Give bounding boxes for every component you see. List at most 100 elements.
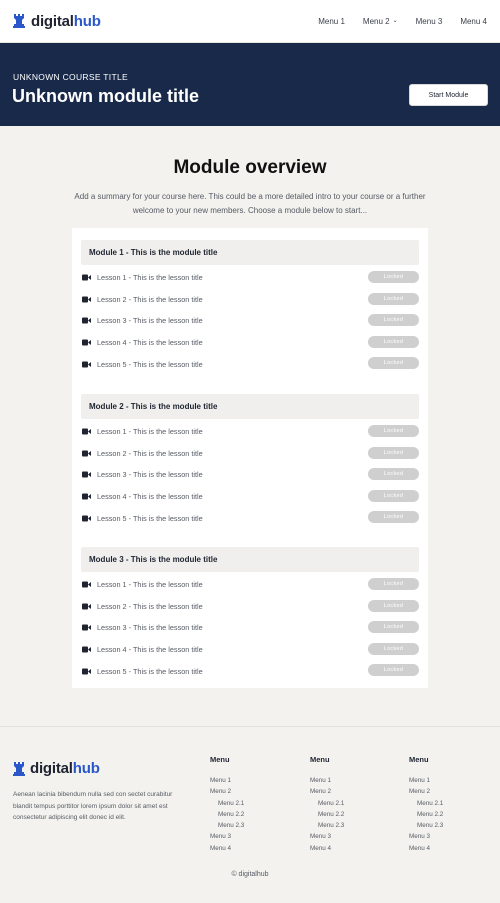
lesson-row[interactable]: Lesson 1 - This is the lesson title Locke… [81,574,419,596]
overview-title: Module overview [173,157,327,178]
footer-menu-link[interactable]: Menu 2.2 [409,809,494,820]
lesson-row[interactable]: Lesson 4 - This is the lesson title Locke… [81,486,419,508]
lesson-title: Lesson 5 - This is the lesson title [97,513,203,523]
lesson-row[interactable]: Lesson 3 - This is the lesson title Locke… [81,310,419,332]
footer-menu-link[interactable]: Menu 2.1 [310,798,395,809]
video-camera-icon [82,450,91,457]
module-heading[interactable]: Module 1 - This is the module title [81,240,419,265]
footer-menu-link[interactable]: Menu 4 [210,843,295,854]
nav-menu-4[interactable]: Menu 4 [460,17,487,26]
locked-badge: Locked [368,599,419,612]
footer-menu-link[interactable]: Menu 3 [310,831,395,842]
locked-badge: Locked [368,578,419,590]
copyright-text: © digitalhub [231,871,269,878]
video-camera-icon [82,296,91,303]
lesson-title: Lesson 3 - This is the lesson title [97,316,203,326]
lesson-row[interactable]: Lesson 3 - This is the lesson title Locke… [81,617,419,639]
footer-menu-link[interactable]: Menu 1 [210,775,295,786]
video-camera-icon [82,471,91,478]
brand-logo[interactable]: digitalhub [13,13,101,30]
footer-menu-column: Menu Menu 1 Menu 2 Menu 2.1 Menu 2.2 Menu 2.3… [210,755,295,854]
main-nav: Menu 1 Menu 2 ⌄ Menu 3 Menu 4 [318,17,487,26]
lesson-title: Lesson 2 - This is the lesson title [97,294,203,304]
footer-menu-link[interactable]: Menu 2.2 [310,809,395,820]
locked-badge: Locked [368,642,419,655]
nav-menu-2-label: Menu 2 [362,16,390,26]
lesson-title: Lesson 5 - This is the lesson title [97,359,203,369]
module-heading[interactable]: Module 2 - This is the module title [81,394,419,419]
footer-menu-link[interactable]: Menu 2.1 [409,798,494,809]
nav-menu-2[interactable]: Menu 2 ⌄ [363,17,398,26]
module-heading[interactable]: Module 3 - This is the module title [81,547,419,572]
lesson-row[interactable]: Lesson 4 - This is the lesson title Locke… [81,332,419,354]
lesson-title: Lesson 3 - This is the lesson title [97,470,203,480]
chess-rook-icon [13,761,25,776]
lesson-row[interactable]: Lesson 5 - This is the lesson title Locke… [81,660,419,682]
start-module-button[interactable]: Start Module [409,84,488,106]
footer-menu-link[interactable]: Menu 3 [409,831,494,842]
footer-brand-logo[interactable]: digitalhub [13,760,100,777]
overview-description: Add a summary for your course here. This… [74,192,426,215]
lesson-row[interactable]: Lesson 1 - This is the lesson title Locke… [81,421,419,443]
footer-menu-column: Menu Menu 1 Menu 2 Menu 2.1 Menu 2.2 Menu 2.3… [310,755,395,854]
footer-menu-link[interactable]: Menu 4 [409,843,494,854]
locked-badge: Locked [368,335,419,348]
video-camera-icon [82,668,91,675]
chevron-down-icon: ⌄ [392,18,398,24]
footer-menu-link[interactable]: Menu 4 [310,843,395,854]
footer-description: Aenean lacinia bibendum nulla sed con se… [13,791,173,821]
video-camera-icon [82,428,91,435]
lesson-title: Lesson 1 - This is the lesson title [97,580,203,590]
lesson-title: Lesson 4 - This is the lesson title [97,338,203,348]
lesson-row[interactable]: Lesson 2 - This is the lesson title Locke… [81,443,419,465]
module-section: Module 1 - This is the module title Lesso… [81,240,419,375]
lesson-row[interactable]: Lesson 5 - This is the lesson title Locke… [81,507,419,529]
lesson-row[interactable]: Lesson 1 - This is the lesson title Locke… [81,267,419,289]
video-camera-icon [82,493,91,500]
footer-menu-link[interactable]: Menu 2.3 [310,820,395,831]
locked-badge: Locked [368,357,419,370]
lesson-title: Lesson 5 - This is the lesson title [97,666,203,676]
lesson-row[interactable]: Lesson 2 - This is the lesson title Locke… [81,289,419,311]
locked-badge: Locked [368,425,419,437]
footer-menu-link[interactable]: Menu 3 [210,831,295,842]
footer-menu-link[interactable]: Menu 2.3 [210,820,295,831]
footer-menu-link[interactable]: Menu 2 [310,786,395,797]
footer-divider [0,726,500,727]
footer-menu-link[interactable]: Menu 1 [409,775,494,786]
footer-menu-link[interactable]: Menu 2 [210,786,295,797]
modules-card: Module 1 - This is the module title Lesso… [72,228,428,688]
nav-menu-1[interactable]: Menu 1 [318,17,345,26]
footer-menu-column: Menu Menu 1 Menu 2 Menu 2.1 Menu 2.2 Menu 2.3… [409,755,494,854]
video-camera-icon [82,339,91,346]
locked-badge: Locked [368,446,419,459]
lesson-row[interactable]: Lesson 4 - This is the lesson title Locke… [81,639,419,661]
video-camera-icon [82,624,91,631]
lesson-row[interactable]: Lesson 3 - This is the lesson title Locke… [81,464,419,486]
locked-badge: Locked [368,621,419,634]
locked-badge: Locked [368,314,419,327]
lesson-title: Lesson 3 - This is the lesson title [97,623,203,633]
locked-badge: Locked [368,489,419,502]
video-camera-icon [82,581,91,588]
video-camera-icon [82,274,91,281]
lesson-title: Lesson 4 - This is the lesson title [97,492,203,502]
video-camera-icon [82,317,91,324]
chess-rook-icon [13,14,25,28]
locked-badge: Locked [368,271,419,283]
lesson-title: Lesson 4 - This is the lesson title [97,645,203,655]
locked-badge: Locked [368,292,419,305]
lesson-row[interactable]: Lesson 2 - This is the lesson title Locke… [81,596,419,618]
video-camera-icon [82,515,91,522]
footer-menu-link[interactable]: Menu 2.3 [409,820,494,831]
footer-menu-link[interactable]: Menu 2.1 [210,798,295,809]
lesson-row[interactable]: Lesson 5 - This is the lesson title Locke… [81,353,419,375]
footer-column-heading: Menu [310,755,330,764]
footer-menu-link[interactable]: Menu 1 [310,775,395,786]
locked-badge: Locked [368,511,419,524]
lesson-title: Lesson 2 - This is the lesson title [97,448,203,458]
footer-menu-link[interactable]: Menu 2.2 [210,809,295,820]
nav-menu-3[interactable]: Menu 3 [416,17,443,26]
course-title: UNKNOWN COURSE TITLE [13,72,128,82]
footer-menu-link[interactable]: Menu 2 [409,786,494,797]
